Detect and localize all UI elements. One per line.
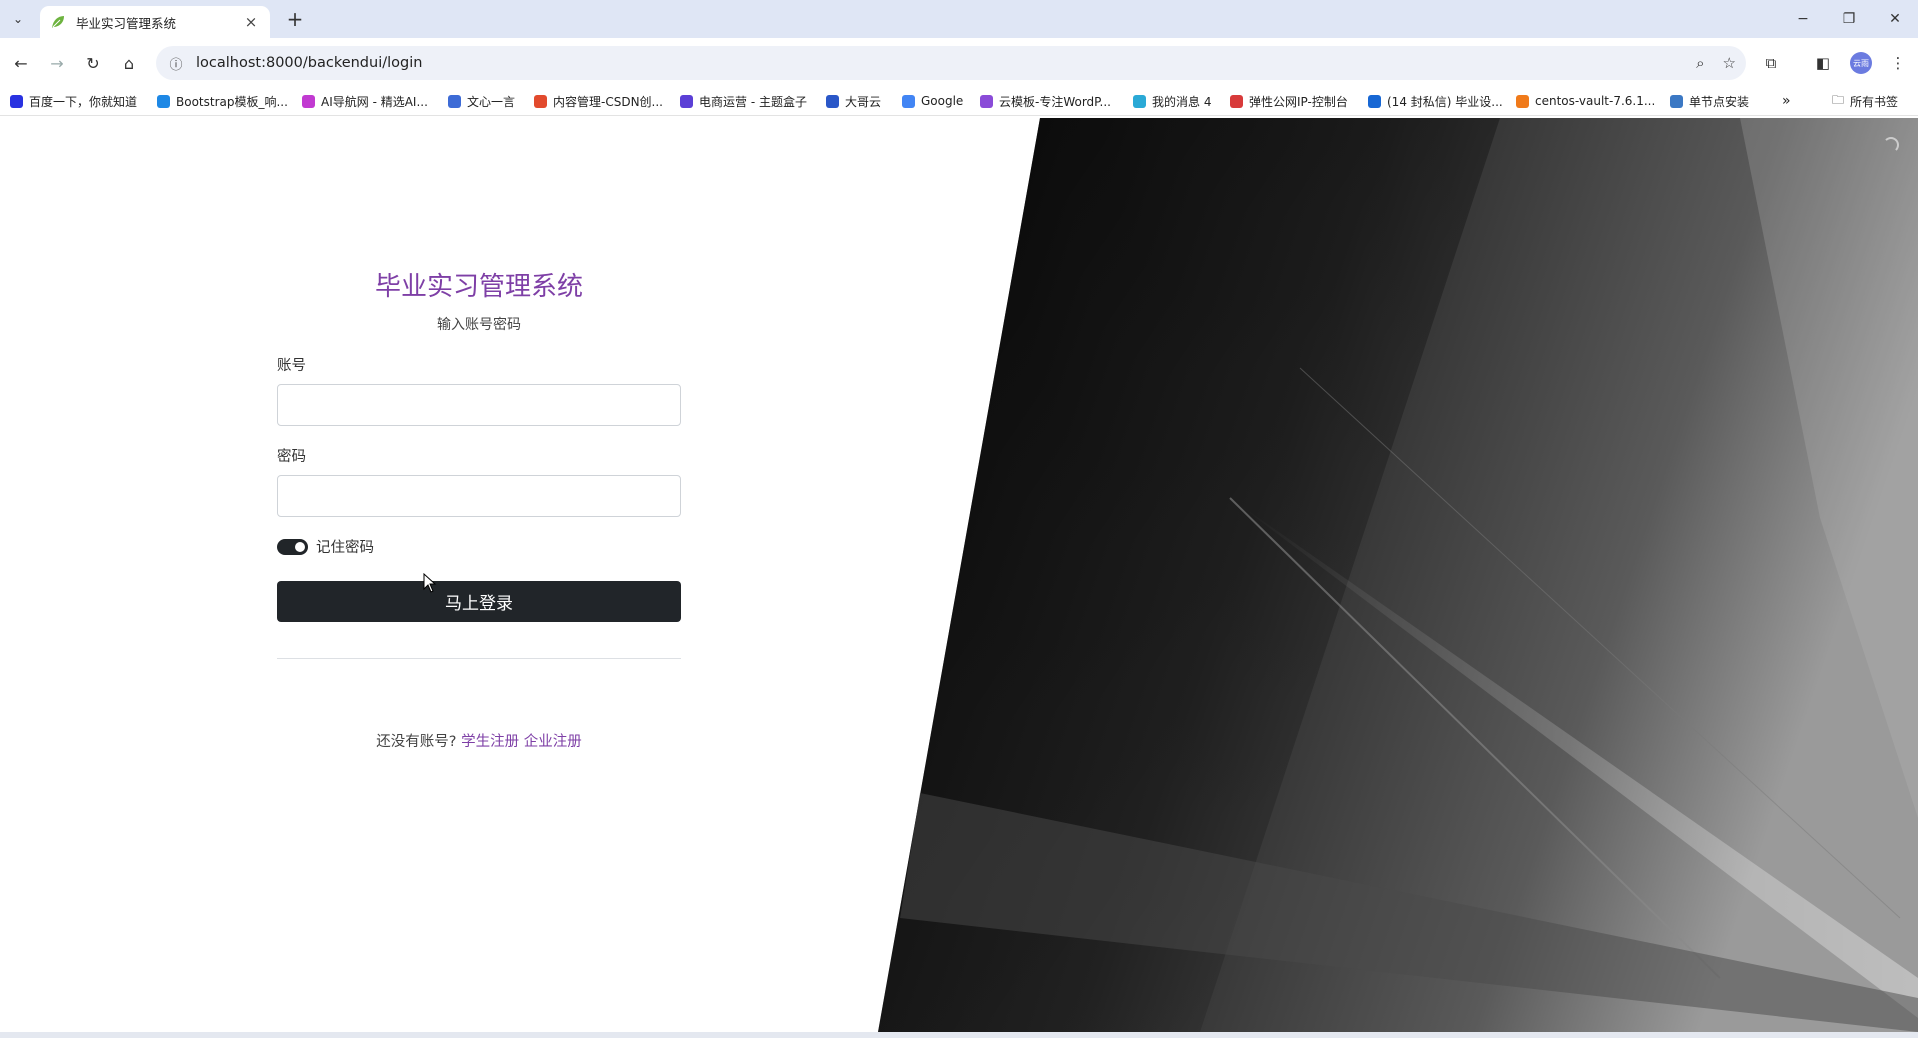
bookmark-label: 云模板-专注WordP... [999, 94, 1111, 109]
bookmark-favicon-icon [448, 94, 461, 108]
forward-arrow-icon[interactable]: → [44, 50, 70, 76]
tab-close-icon[interactable]: × [242, 13, 260, 31]
bookmark-favicon-icon [680, 94, 693, 108]
bookmark-favicon-icon [902, 94, 915, 108]
tab-title: 毕业实习管理系统 [76, 15, 177, 31]
bookmark-item[interactable]: Bootstrap模板_响... [157, 92, 288, 110]
bookmark-label: Google [921, 94, 964, 108]
login-submit-button[interactable]: 马上登录 [277, 581, 681, 622]
bookmark-item[interactable]: AI导航网 - 精选AI... [302, 92, 428, 110]
bookmark-item[interactable]: 文心一言 [448, 92, 515, 110]
browser-tab-active[interactable]: 毕业实习管理系统 × [40, 6, 270, 38]
bookmark-favicon-icon [1516, 94, 1529, 108]
bookmark-favicon-icon [1133, 94, 1146, 108]
bookmark-favicon-icon [10, 94, 23, 108]
remember-password-row[interactable]: 记住密码 [277, 536, 374, 557]
company-register-link[interactable]: 企业注册 [524, 734, 582, 750]
folder-icon: 🗀 [1832, 92, 1845, 107]
restore-button[interactable]: ❐ [1826, 0, 1872, 38]
bookmark-item[interactable]: 单节点安装 [1670, 92, 1749, 110]
bookmark-label: 我的消息 4 [1152, 94, 1212, 109]
bookmark-favicon-icon [534, 94, 547, 108]
register-prompt-text: 还没有账号? [376, 734, 457, 750]
remember-label: 记住密码 [316, 540, 374, 556]
remember-toggle-switch[interactable] [277, 538, 308, 555]
url-text[interactable]: localhost:8000/backendui/login [196, 55, 422, 71]
bookmark-label: 大哥云 [845, 94, 882, 109]
login-page: 毕业实习管理系统 输入账号密码 账号 密码 记住密码 马上登录 还没有账号? 学… [0, 118, 1918, 1032]
bookmark-item[interactable]: 我的消息 4 [1133, 92, 1211, 110]
account-input[interactable] [277, 384, 681, 426]
leaf-favicon-icon [52, 16, 64, 28]
bookmark-item[interactable]: 大哥云 [826, 92, 881, 110]
bookmark-favicon-icon [1670, 94, 1683, 108]
bookmark-favicon-icon [302, 94, 315, 108]
menu-kebab-icon[interactable]: ⋮ [1885, 50, 1911, 76]
address-bar[interactable]: ⓘ localhost:8000/backendui/login ⌕ ☆ [156, 46, 1746, 80]
browser-tab-strip: ⌄ 毕业实习管理系统 × + − ❐ ✕ [0, 0, 1918, 38]
all-bookmarks-label: 所有书签 [1850, 94, 1899, 109]
bookmark-label: 电商运营 - 主题盒子 [699, 94, 807, 109]
account-label: 账号 [277, 358, 306, 374]
bookmark-label: 弹性公网IP-控制台 [1249, 94, 1348, 109]
side-panel-icon[interactable]: ◧ [1810, 50, 1836, 76]
loading-spinner-icon [1883, 137, 1899, 153]
site-info-icon[interactable]: ⓘ [156, 54, 196, 73]
bookmark-item[interactable]: (14 封私信) 毕业设... [1368, 92, 1503, 110]
reload-icon[interactable]: ↻ [80, 50, 106, 76]
zoom-icon[interactable]: ⌕ [1696, 54, 1704, 72]
bookmark-label: (14 封私信) 毕业设... [1387, 94, 1503, 109]
bookmark-favicon-icon [1368, 94, 1381, 108]
background-image-panel [878, 118, 1918, 1032]
extensions-icon[interactable]: ⧉ [1758, 50, 1784, 76]
bottom-strip [0, 1032, 1918, 1038]
bookmarks-overflow-icon[interactable]: » [1782, 92, 1791, 110]
bookmark-item[interactable]: 电商运营 - 主题盒子 [680, 92, 807, 110]
bookmarks-bar: 百度一下，你就知道 Bootstrap模板_响... AI导航网 - 精选AI...… [0, 86, 1918, 116]
register-prompt: 还没有账号? 学生注册 企业注册 [277, 730, 681, 751]
divider [277, 658, 681, 659]
bookmark-item[interactable]: Google [902, 92, 963, 110]
back-arrow-icon[interactable]: ← [8, 50, 34, 76]
window-close-button[interactable]: ✕ [1872, 0, 1918, 38]
bookmark-favicon-icon [826, 94, 839, 108]
profile-avatar[interactable]: 云雨 [1850, 52, 1872, 74]
bookmark-item[interactable]: 云模板-专注WordP... [980, 92, 1111, 110]
bookmark-label: AI导航网 - 精选AI... [321, 94, 428, 109]
new-tab-button[interactable]: + [283, 8, 307, 32]
tab-search-chevron-icon[interactable]: ⌄ [6, 7, 30, 31]
bookmark-label: 文心一言 [467, 94, 516, 109]
page-title: 毕业实习管理系统 [374, 272, 583, 302]
bookmark-favicon-icon [1230, 94, 1243, 108]
bookmark-label: Bootstrap模板_响... [176, 94, 288, 109]
minimize-button[interactable]: − [1780, 0, 1826, 38]
bookmark-label: 百度一下，你就知道 [29, 94, 138, 109]
bookmark-label: 单节点安装 [1689, 94, 1750, 109]
mouse-cursor-icon [423, 573, 437, 593]
bookmark-item[interactable]: 内容管理-CSDN创... [534, 92, 663, 110]
bookmark-item[interactable]: centos-vault-7.6.1... [1516, 92, 1655, 110]
student-register-link[interactable]: 学生注册 [461, 734, 519, 750]
home-icon[interactable]: ⌂ [116, 50, 142, 76]
bookmark-star-icon[interactable]: ☆ [1723, 54, 1736, 72]
password-input[interactable] [277, 475, 681, 517]
browser-toolbar: ← → ↻ ⌂ ⓘ localhost:8000/backendui/login… [0, 38, 1918, 86]
bookmark-item[interactable]: 百度一下，你就知道 [10, 92, 137, 110]
bookmark-label: 内容管理-CSDN创... [553, 94, 663, 109]
all-bookmarks-button[interactable]: 🗀 所有书签 [1832, 92, 1898, 110]
bookmark-item[interactable]: 弹性公网IP-控制台 [1230, 92, 1348, 110]
bookmark-label: centos-vault-7.6.1... [1535, 94, 1656, 108]
bookmark-favicon-icon [157, 94, 170, 108]
password-label: 密码 [277, 449, 306, 465]
page-subtitle: 输入账号密码 [437, 317, 521, 333]
bookmark-favicon-icon [980, 94, 993, 108]
